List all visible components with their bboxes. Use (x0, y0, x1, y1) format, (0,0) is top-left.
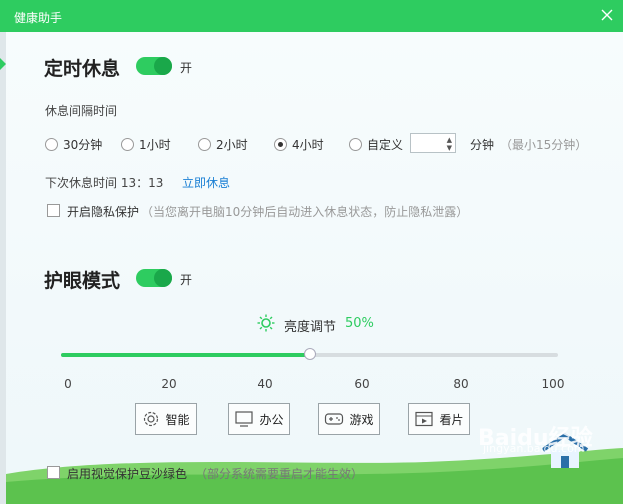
privacy-checkbox[interactable] (47, 204, 60, 217)
mode-office-label: 办公 (259, 412, 284, 427)
rest-toggle[interactable] (136, 57, 172, 75)
radio-custom[interactable]: 自定义 (349, 136, 403, 153)
monitor-icon (235, 411, 254, 427)
privacy-hint: （当您离开电脑10分钟后自动进入休息状态，防止隐私泄露） (141, 205, 469, 219)
rest-heading: 定时休息 (44, 58, 121, 80)
rest-toggle-label: 开 (180, 61, 193, 75)
rest-now-link[interactable]: 立即休息 (182, 174, 230, 191)
title-bar: 健康助手 (0, 0, 623, 32)
toggle-knob (155, 58, 171, 74)
radio-2hour[interactable]: 2小时 (198, 136, 248, 153)
custom-minutes-stepper[interactable]: ▲ ▼ (410, 133, 456, 153)
privacy-label: 开启隐私保护 (67, 205, 140, 219)
radio-4hour[interactable]: 4小时 (274, 136, 324, 153)
radio-30min[interactable]: 30分钟 (45, 136, 102, 153)
baidu-watermark-url: jingyan.baidu.com (483, 442, 585, 455)
radio-dot (198, 138, 211, 151)
mode-smart-button[interactable]: 智能 (135, 403, 197, 435)
radio-dot (349, 138, 362, 151)
window-title: 健康助手 (14, 11, 63, 25)
slider-tick: 0 (64, 377, 72, 391)
rest-interval-label: 休息间隔时间 (45, 104, 118, 118)
eye-toggle-label: 开 (180, 273, 193, 287)
custom-hint: （最小15分钟） (500, 138, 588, 152)
slider-thumb[interactable] (303, 348, 316, 360)
brightness-label: 亮度调节 (284, 320, 337, 335)
gamepad-icon (325, 413, 344, 425)
radio-label: 自定义 (367, 138, 404, 152)
radio-dot (121, 138, 134, 151)
smart-mode-icon (144, 411, 159, 427)
radio-label: 4小时 (292, 138, 324, 152)
close-icon[interactable] (599, 7, 615, 23)
stepper-up-icon[interactable]: ▲ (447, 137, 452, 144)
slider-tick: 20 (161, 377, 177, 391)
custom-unit-label: 分钟 (470, 138, 495, 152)
slider-tick: 60 (354, 377, 370, 391)
radio-dot (45, 138, 58, 151)
slider-tick: 80 (453, 377, 469, 391)
radio-1hour[interactable]: 1小时 (121, 136, 171, 153)
eye-heading: 护眼模式 (44, 270, 121, 292)
slider-tick: 100 (541, 377, 565, 391)
slider-tick: 40 (257, 377, 273, 391)
mode-smart-label: 智能 (165, 412, 190, 427)
green-protection-label: 启用视觉保护豆沙绿色 (67, 467, 188, 481)
next-rest-time: 下次休息时间 13：13 (45, 176, 164, 190)
brightness-value: 50% (345, 316, 374, 331)
radio-dot-selected (274, 138, 287, 151)
brightness-icon (257, 314, 275, 332)
mode-game-button[interactable]: 游戏 (318, 403, 380, 435)
green-protection-hint: （部分系统需要重启才能生效） (195, 467, 364, 481)
brightness-slider[interactable] (61, 348, 558, 360)
slider-fill (61, 353, 310, 357)
stepper-down-icon[interactable]: ▼ (447, 145, 452, 152)
film-icon (415, 411, 434, 427)
mode-office-button[interactable]: 办公 (228, 403, 290, 435)
toggle-knob (155, 270, 171, 286)
green-protection-checkbox[interactable] (47, 466, 60, 479)
radio-label: 1小时 (139, 138, 171, 152)
mode-game-label: 游戏 (349, 412, 374, 427)
mode-movie-label: 看片 (439, 412, 464, 427)
eye-toggle[interactable] (136, 269, 172, 287)
mode-movie-button[interactable]: 看片 (408, 403, 470, 435)
radio-label: 30分钟 (63, 138, 103, 152)
radio-label: 2小时 (216, 138, 248, 152)
